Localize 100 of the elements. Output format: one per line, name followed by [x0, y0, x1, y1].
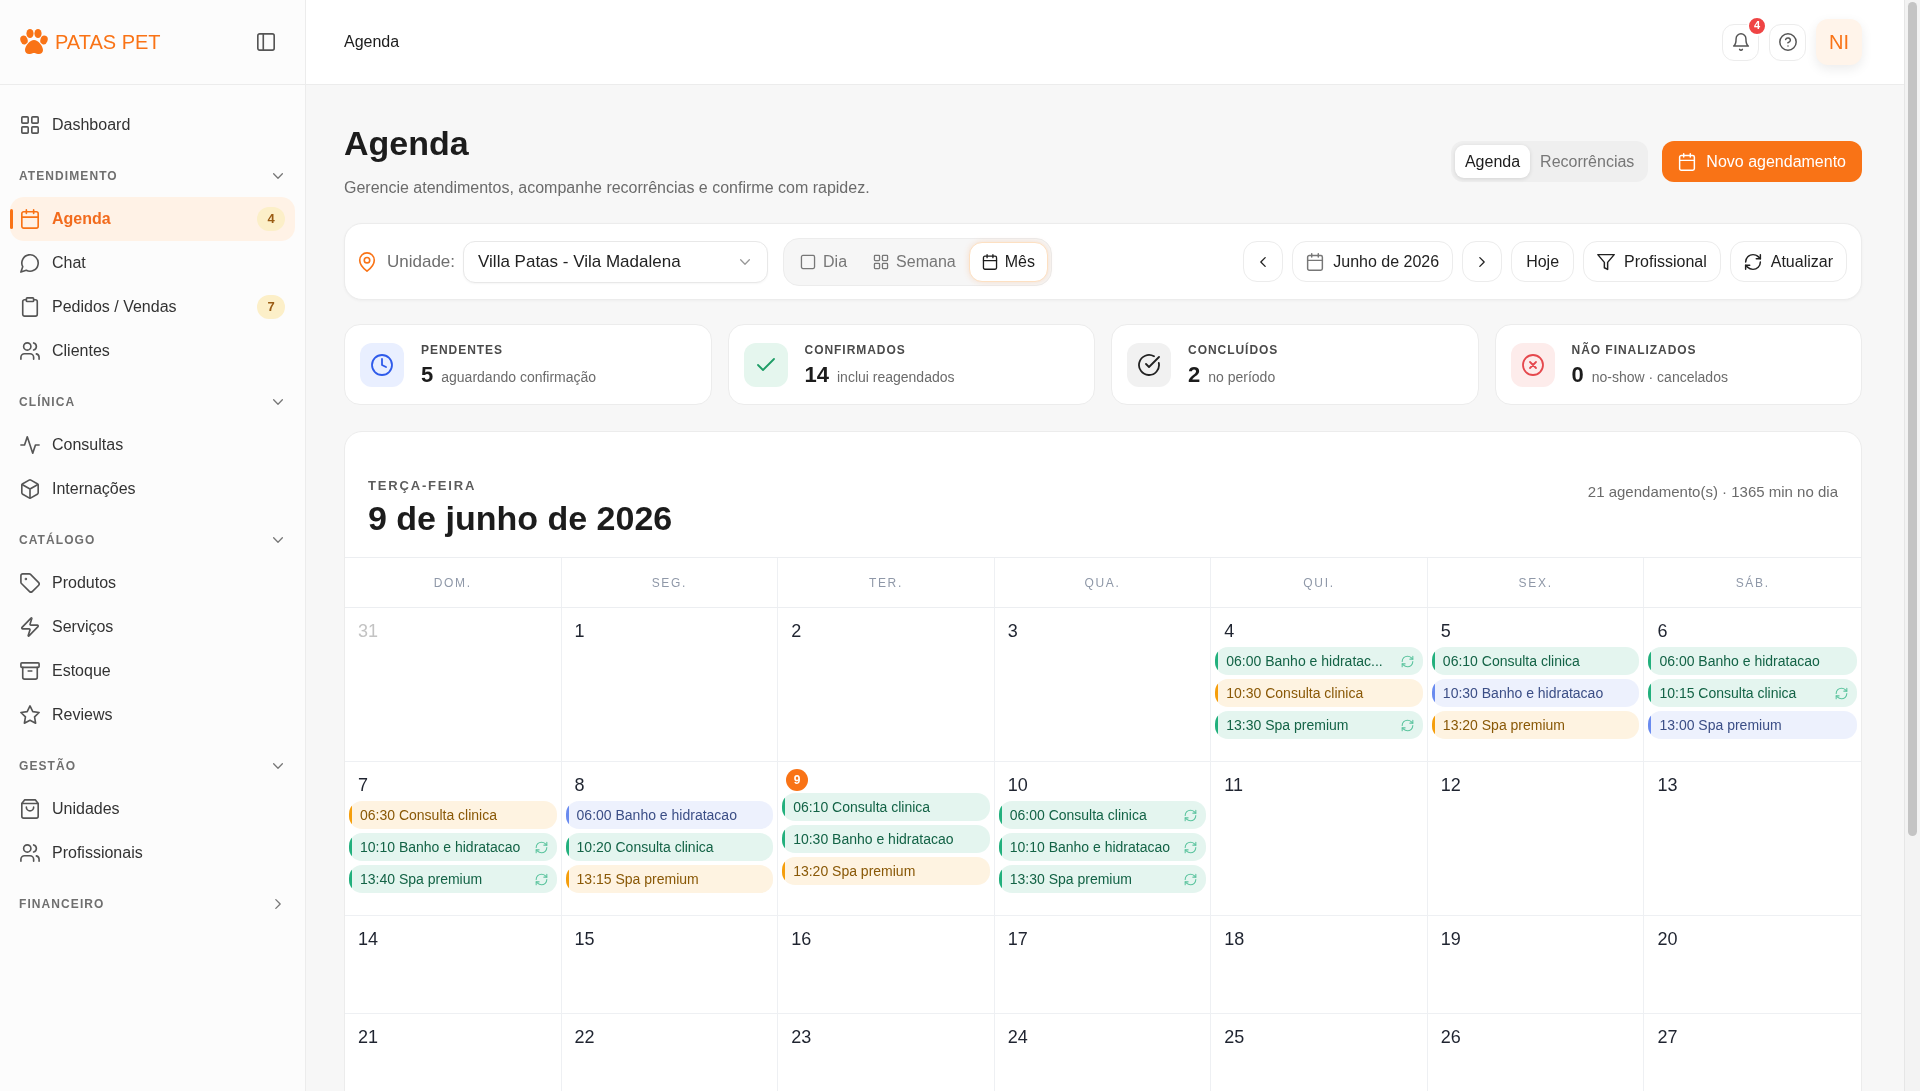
- scrollbar[interactable]: [1904, 0, 1920, 1091]
- scrollbar-thumb[interactable]: [1908, 2, 1917, 836]
- refresh-icon: [1743, 252, 1762, 271]
- sidebar-item[interactable]: Estoque: [10, 649, 295, 693]
- event-chip[interactable]: 10:10 Banho e hidratacao: [998, 833, 1207, 861]
- sidebar-item[interactable]: Clientes: [10, 329, 295, 373]
- page-heading: Agenda: [344, 32, 400, 52]
- stat-caption: no período: [1208, 368, 1276, 387]
- month-picker[interactable]: Junho de 2026: [1292, 241, 1454, 282]
- section-header[interactable]: ATENDIMENTO: [10, 155, 295, 197]
- archive-box-icon: [20, 661, 40, 681]
- sidebar-item[interactable]: Profissionais: [10, 831, 295, 875]
- calendar-icon: [1678, 152, 1697, 171]
- day-number: 7: [358, 774, 368, 797]
- chat-bubble-icon: [20, 253, 40, 273]
- help-icon: [1778, 33, 1797, 51]
- day-number: 31: [358, 620, 379, 643]
- sidebar-item[interactable]: Unidades: [10, 787, 295, 831]
- day-number: 1: [574, 620, 585, 643]
- sidebar-item[interactable]: Chat: [10, 241, 295, 285]
- calendar-icon: [20, 209, 40, 229]
- event-chip[interactable]: 13:30 Spa premium: [1215, 711, 1423, 739]
- panel-icon: [256, 32, 276, 52]
- today-badge: 9: [786, 769, 809, 791]
- day-number: 20: [1657, 928, 1678, 951]
- stat-label: NÃO FINALIZADOS: [1571, 341, 1698, 359]
- sidebar-item[interactable]: Pedidos / Vendas 7: [10, 285, 295, 329]
- event-chip[interactable]: 06:00 Banho e hidratacao: [565, 801, 774, 829]
- section-header[interactable]: FINANCEIRO: [10, 883, 295, 925]
- cube-icon: [20, 479, 40, 499]
- day-number: 19: [1440, 928, 1461, 951]
- event-chip[interactable]: 10:30 Consulta clinica: [1215, 679, 1423, 707]
- sidebar-toggle-button[interactable]: [256, 32, 276, 52]
- sidebar-item[interactable]: Internações: [10, 467, 295, 511]
- day-number: 21: [358, 1026, 379, 1049]
- event-chip[interactable]: 13:40 Spa premium: [349, 865, 557, 893]
- item-count: 7: [257, 295, 285, 319]
- day-number: 4: [1224, 620, 1235, 643]
- help-button[interactable]: [1769, 23, 1806, 61]
- sidebar-item[interactable]: Consultas: [10, 423, 295, 467]
- refresh-button[interactable]: Atualizar: [1729, 241, 1847, 282]
- sidebar-item[interactable]: Produtos: [10, 561, 295, 605]
- stat-caption: inclui reagendados: [837, 368, 955, 387]
- event-chip[interactable]: 13:30 Spa premium: [998, 865, 1207, 893]
- weekday-label: TERÇA-FEIRA: [368, 477, 478, 495]
- event-chip[interactable]: 10:30 Banho e hidratacao: [1431, 679, 1640, 707]
- event-chip[interactable]: 13:20 Spa premium: [1431, 711, 1640, 739]
- next-month-button[interactable]: [1462, 241, 1503, 282]
- unit-select[interactable]: Villa Patas - Vila Madalena: [463, 240, 769, 283]
- previous-month-button[interactable]: [1243, 241, 1284, 282]
- view-tab[interactable]: Mês: [968, 241, 1048, 282]
- day-number: 27: [1657, 1026, 1678, 1049]
- section-header[interactable]: CATÁLOGO: [10, 519, 295, 561]
- event-chip[interactable]: 13:20 Spa premium: [782, 857, 990, 885]
- day-number: 17: [1007, 928, 1028, 951]
- view-tab[interactable]: Semana: [860, 241, 969, 282]
- tab[interactable]: Recorrências: [1530, 145, 1645, 178]
- grid-icon: [20, 115, 40, 135]
- professional-filter-button[interactable]: Profissional: [1583, 241, 1721, 282]
- day-number: 18: [1224, 928, 1245, 951]
- calendar-icon: [981, 253, 998, 270]
- notifications-button[interactable]: [1722, 23, 1759, 61]
- section-header[interactable]: CLÍNICA: [10, 381, 295, 423]
- stat-value: 0: [1571, 362, 1584, 388]
- sidebar-item[interactable]: Serviços: [10, 605, 295, 649]
- event-chip[interactable]: 06:00 Banho e hidratacao: [1648, 647, 1857, 675]
- event-chip[interactable]: 13:00 Spa premium: [1648, 711, 1857, 739]
- event-chip[interactable]: 06:10 Consulta clinica: [1431, 647, 1640, 675]
- section-header[interactable]: GESTÃO: [10, 745, 295, 787]
- event-chip[interactable]: 06:00 Banho e hidratac...: [1215, 647, 1423, 675]
- day-number: 22: [574, 1026, 595, 1049]
- event-chip[interactable]: 10:30 Banho e hidratacao: [782, 825, 990, 853]
- stat-caption: no-show · cancelados: [1591, 368, 1728, 387]
- day-number: 8: [574, 774, 585, 797]
- clock-icon: [360, 342, 404, 387]
- today-button[interactable]: Hoje: [1511, 241, 1575, 282]
- event-chip[interactable]: 13:15 Spa premium: [565, 865, 774, 893]
- event-chip[interactable]: 06:00 Consulta clinica: [998, 801, 1207, 829]
- day-number: 14: [358, 928, 379, 951]
- users-icon: [20, 341, 40, 361]
- page-title: Agenda: [344, 123, 470, 163]
- event-chip[interactable]: 10:15 Consulta clinica: [1648, 679, 1857, 707]
- tab[interactable]: Agenda: [1454, 145, 1531, 178]
- date-title: 9 de junho de 2026: [368, 498, 673, 538]
- event-chip[interactable]: 06:10 Consulta clinica: [782, 793, 990, 821]
- bag-icon: [20, 799, 40, 819]
- field-label: Unidade:: [387, 250, 456, 273]
- event-chip[interactable]: 10:10 Banho e hidratacao: [349, 833, 557, 861]
- day-number: 26: [1440, 1026, 1461, 1049]
- filter-icon: [1597, 252, 1616, 271]
- sidebar-item[interactable]: Reviews: [10, 693, 295, 737]
- day-number: 10: [1007, 774, 1028, 797]
- event-chip[interactable]: 06:30 Consulta clinica: [349, 801, 557, 829]
- notification-count: 4: [1747, 15, 1767, 36]
- sidebar-item[interactable]: Agenda 4: [10, 197, 295, 241]
- event-chip[interactable]: 10:20 Consulta clinica: [565, 833, 774, 861]
- sidebar-item[interactable]: Dashboard: [10, 103, 295, 147]
- day-number: 3: [1007, 620, 1018, 643]
- view-tab[interactable]: Dia: [787, 241, 861, 282]
- stat-value: 5: [421, 362, 434, 388]
